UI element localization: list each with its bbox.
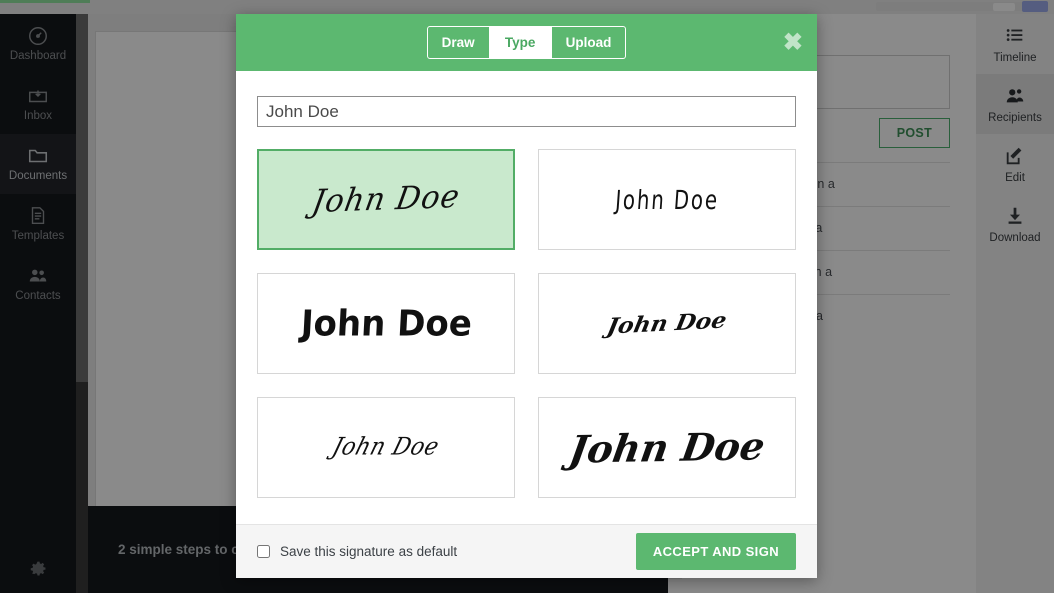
chrome-toolbar-pill xyxy=(876,2,1044,11)
save-default-checkbox[interactable] xyxy=(257,545,270,558)
save-default-label: Save this signature as default xyxy=(280,544,458,559)
accept-and-sign-button[interactable]: ACCEPT AND SIGN xyxy=(635,533,796,570)
signature-name-input[interactable] xyxy=(257,96,796,127)
signature-preview-text: John Doe xyxy=(309,178,463,221)
signature-option-5[interactable]: John Doe xyxy=(257,397,515,498)
chrome-toolbar-button xyxy=(1022,1,1048,12)
signature-option-4[interactable]: John Doe xyxy=(538,273,796,374)
signature-option-6[interactable]: John Doe xyxy=(538,397,796,498)
tab-draw[interactable]: Draw xyxy=(426,26,490,59)
browser-chrome-strip xyxy=(0,0,1054,14)
signature-option-2[interactable]: John Doe xyxy=(538,149,796,250)
tab-type[interactable]: Type xyxy=(489,26,552,59)
modal-body: John Doe John Doe John Doe John Doe John… xyxy=(236,71,817,524)
signature-options-grid: John Doe John Doe John Doe John Doe John… xyxy=(257,149,796,498)
tab-upload[interactable]: Upload xyxy=(551,26,627,59)
signature-modal: Draw Type Upload ✖ John Doe John Doe Joh… xyxy=(236,14,817,578)
modal-header: Draw Type Upload ✖ xyxy=(236,14,817,71)
signature-preview-text: John Doe xyxy=(329,433,443,462)
close-icon[interactable]: ✖ xyxy=(783,30,803,55)
signature-mode-tabs: Draw Type Upload xyxy=(426,26,627,59)
chrome-toolbar-pill-small xyxy=(993,3,1015,11)
signature-preview-text: John Doe xyxy=(299,302,473,345)
signature-preview-text: John Doe xyxy=(565,423,768,472)
modal-footer: Save this signature as default ACCEPT AN… xyxy=(236,524,817,578)
save-default-row[interactable]: Save this signature as default xyxy=(257,544,457,559)
signature-option-1[interactable]: John Doe xyxy=(257,149,515,250)
chrome-accent-bar xyxy=(0,0,90,3)
signature-preview-text: John Doe xyxy=(604,307,730,340)
app-root: Dashboard Inbox Documents Templates Cont… xyxy=(0,0,1054,593)
signature-preview-text: John Doe xyxy=(614,184,720,215)
signature-option-3[interactable]: John Doe xyxy=(257,273,515,374)
